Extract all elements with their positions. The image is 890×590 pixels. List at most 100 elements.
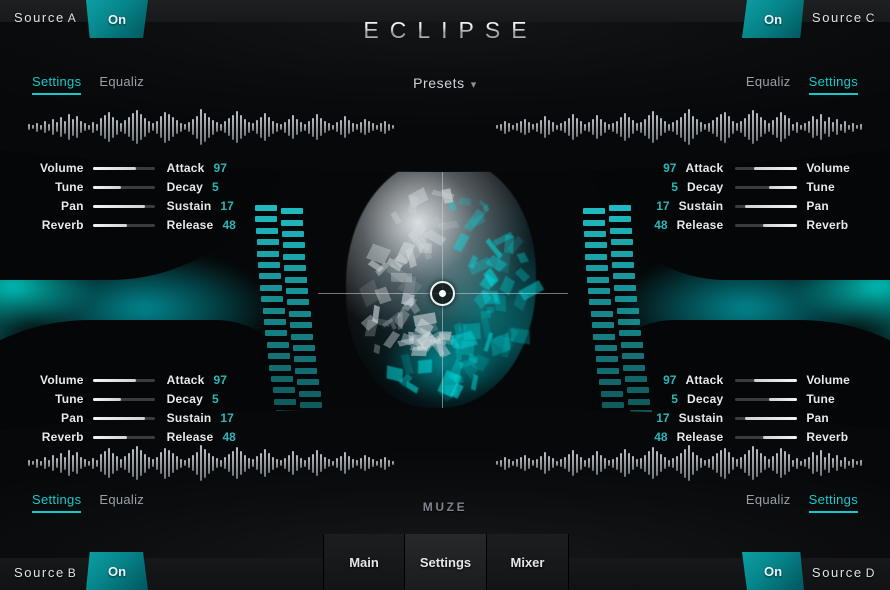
- envelope-value-sustain[interactable]: 17: [653, 411, 669, 425]
- xy-pad-handle[interactable]: [430, 281, 455, 306]
- waveform-bar: [860, 124, 862, 130]
- waveform-top-left[interactable]: [28, 104, 394, 150]
- nav-tab-mixer[interactable]: Mixer: [487, 534, 569, 590]
- ladder-step: [257, 250, 280, 257]
- waveform-bar: [552, 122, 554, 132]
- slider-volume[interactable]: [92, 378, 155, 382]
- waveform-bar: [308, 456, 310, 470]
- ladder-step: [624, 376, 647, 382]
- waveform-bar: [136, 446, 138, 480]
- slider-pan[interactable]: [735, 416, 798, 420]
- ladder-step: [261, 296, 284, 303]
- waveform-bar: [588, 458, 590, 468]
- ladder-step: [289, 322, 312, 329]
- waveform-bar: [272, 120, 274, 134]
- waveform-bar: [244, 118, 246, 136]
- waveform-bar: [580, 120, 582, 134]
- waveform-bar: [548, 455, 550, 471]
- waveform-bar: [160, 116, 162, 138]
- envelope-value-sustain[interactable]: 17: [653, 199, 669, 213]
- tab-settings-top-right[interactable]: Settings: [808, 74, 858, 95]
- source-b-toggle[interactable]: On: [86, 552, 148, 590]
- waveform-bar: [608, 124, 610, 130]
- ladder-step: [610, 239, 633, 246]
- ladder-step: [267, 353, 290, 360]
- nav-tab-main[interactable]: Main: [323, 534, 405, 590]
- nav-tab-settings[interactable]: Settings: [405, 534, 487, 590]
- tab-settings-top-left[interactable]: Settings: [32, 74, 82, 95]
- envelope-value-release[interactable]: 48: [222, 430, 239, 444]
- slider-reverb[interactable]: [735, 223, 798, 227]
- tab-equalizer-top-left[interactable]: Equaliz: [99, 74, 144, 93]
- waveform-bar: [80, 457, 82, 469]
- ladder-step: [255, 216, 278, 223]
- slider-reverb[interactable]: [735, 435, 798, 439]
- tab-equalizer-top-right[interactable]: Equaliz: [746, 74, 791, 93]
- slider-reverb[interactable]: [92, 435, 155, 439]
- artwork-shard: [458, 196, 472, 206]
- waveform-bar: [676, 455, 678, 471]
- ladder-step: [292, 345, 315, 351]
- artwork-shard: [419, 243, 432, 254]
- waveform-bar: [740, 457, 742, 469]
- waveform-bar: [172, 117, 174, 137]
- envelope-value-decay[interactable]: 5: [661, 392, 678, 406]
- envelope-value-release[interactable]: 48: [651, 430, 667, 444]
- slider-tune[interactable]: [92, 397, 155, 401]
- waveform-bar: [40, 460, 42, 466]
- waveform-bar: [768, 458, 770, 468]
- waveform-bar: [116, 119, 118, 135]
- chevron-down-icon: ▾: [470, 79, 477, 91]
- waveform-bar: [276, 458, 278, 468]
- ladder-step: [303, 424, 326, 431]
- waveform-bar: [124, 120, 126, 134]
- waveform-bottom-left[interactable]: [28, 440, 394, 486]
- envelope-row: Release 48: [167, 430, 240, 444]
- ladder-step: [296, 379, 319, 386]
- envelope-value-attack[interactable]: 97: [659, 161, 676, 175]
- envelope-value-sustain[interactable]: 17: [220, 199, 237, 213]
- envelope-value-decay[interactable]: 5: [212, 392, 229, 406]
- envelope-value-decay[interactable]: 5: [661, 180, 678, 194]
- slider-fill: [92, 185, 121, 189]
- waveform-bar: [556, 460, 558, 466]
- slider-tune[interactable]: [735, 185, 798, 189]
- envelope-value-release[interactable]: 48: [651, 218, 667, 232]
- slider-volume[interactable]: [92, 166, 155, 170]
- ladder-step: [265, 330, 288, 337]
- waveform-bar: [72, 454, 74, 472]
- envelope-value-sustain[interactable]: 17: [220, 411, 237, 425]
- waveform-bar: [752, 110, 754, 144]
- slider-reverb[interactable]: [92, 223, 155, 227]
- slider-volume[interactable]: [735, 166, 798, 170]
- waveform-bar: [284, 121, 286, 133]
- waveform-bar: [364, 119, 366, 135]
- slider-label-pan: Pan: [806, 199, 829, 213]
- source-a-toggle[interactable]: On: [86, 0, 148, 38]
- ladder-step: [583, 231, 606, 237]
- waveform-bar: [280, 124, 282, 130]
- envelope-value-attack[interactable]: 97: [659, 373, 676, 387]
- slider-label-reverb: Reverb: [41, 430, 84, 444]
- envelope-value-attack[interactable]: 97: [214, 161, 231, 175]
- envelope-value-attack[interactable]: 97: [214, 373, 231, 387]
- waveform-top-right[interactable]: [496, 104, 862, 150]
- waveform-bar: [680, 452, 682, 474]
- source-d-toggle[interactable]: On: [742, 552, 804, 590]
- waveform-bottom-right[interactable]: [496, 440, 862, 486]
- slider-pan[interactable]: [735, 204, 798, 208]
- waveform-bar: [76, 452, 78, 474]
- slider-pan[interactable]: [92, 204, 155, 208]
- envelope-column: Attack 97 Decay 5 Sustain 17 Release 48: [651, 373, 724, 444]
- envelope-value-decay[interactable]: 5: [212, 180, 229, 194]
- slider-tune[interactable]: [735, 397, 798, 401]
- slider-tune[interactable]: [92, 185, 155, 189]
- slider-volume[interactable]: [735, 378, 798, 382]
- envelope-value-release[interactable]: 48: [222, 218, 239, 232]
- waveform-bar: [496, 125, 498, 129]
- waveform-bar: [844, 121, 846, 133]
- source-c-toggle[interactable]: On: [742, 0, 804, 38]
- waveform-bar: [628, 452, 630, 474]
- waveform-bar: [552, 458, 554, 468]
- slider-pan[interactable]: [92, 416, 155, 420]
